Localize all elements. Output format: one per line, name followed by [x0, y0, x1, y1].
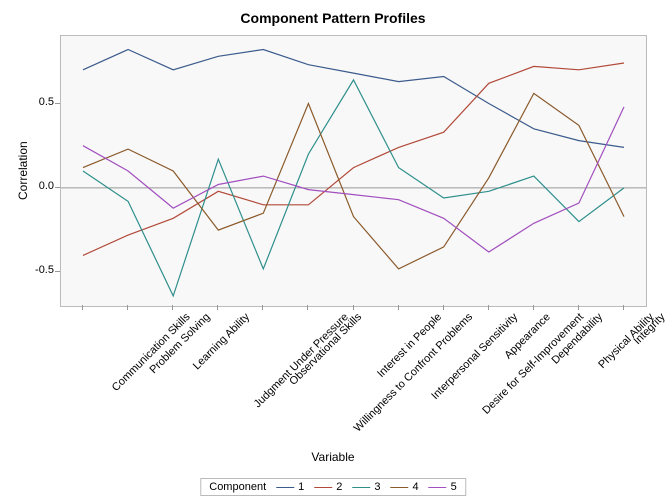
legend-item: 4	[391, 481, 419, 493]
legend-label: 5	[451, 481, 457, 493]
legend-swatch	[314, 487, 332, 488]
legend-swatch	[429, 487, 447, 488]
legend-swatch	[391, 487, 409, 488]
chart-title: Component Pattern Profiles	[0, 10, 666, 26]
series-line	[83, 50, 624, 148]
x-tick-label: Communication Skills	[110, 311, 193, 394]
legend: Component 1 2 3 4 5	[200, 478, 466, 496]
legend-title: Component	[209, 481, 266, 493]
chart-container: Component Pattern Profiles Correlation V…	[0, 0, 666, 500]
legend-item: 1	[276, 481, 304, 493]
plot-area	[60, 35, 647, 307]
y-tick-label: 0.0	[18, 180, 54, 192]
legend-label: 4	[413, 481, 419, 493]
legend-swatch	[352, 487, 370, 488]
x-tick-label: Physical Ability	[596, 311, 656, 371]
legend-swatch	[276, 487, 294, 488]
series-line	[83, 63, 624, 255]
legend-label: 1	[298, 481, 304, 493]
series-line	[83, 107, 624, 252]
legend-item: 2	[314, 481, 342, 493]
x-tick-label: Observational Skills	[288, 311, 365, 388]
legend-item: 5	[429, 481, 457, 493]
x-axis-label: Variable	[0, 450, 666, 464]
y-tick-label: 0.5	[18, 96, 54, 108]
legend-item: 3	[352, 481, 380, 493]
series-line	[83, 93, 624, 269]
x-tick-label: Judgment Under Pressure	[252, 311, 351, 410]
legend-label: 2	[336, 481, 342, 493]
legend-label: 3	[374, 481, 380, 493]
y-tick-label: -0.5	[18, 264, 54, 276]
plot-lines	[61, 36, 646, 306]
